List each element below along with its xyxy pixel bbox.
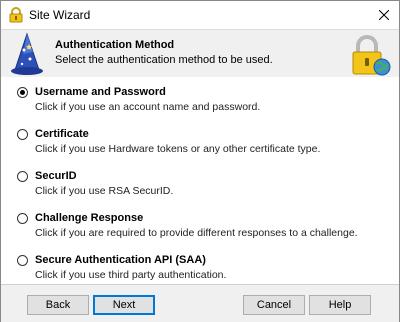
wizard-hat-icon (11, 32, 43, 75)
close-icon (379, 10, 389, 20)
header-subtitle: Select the authentication method to be u… (55, 54, 273, 66)
radio-saa[interactable] (17, 255, 28, 266)
option-description: Click if you use RSA SecurID. (35, 185, 174, 197)
window-title: Site Wizard (29, 8, 91, 22)
option-label: Challenge Response (35, 212, 144, 224)
radio-challenge-response[interactable] (17, 213, 28, 224)
option-label: Certificate (35, 128, 89, 140)
help-button[interactable]: Help (309, 295, 371, 315)
padlock-globe-icon (352, 35, 391, 76)
radio-username-password[interactable] (17, 87, 28, 98)
next-button[interactable]: Next (93, 295, 155, 315)
back-button[interactable]: Back (27, 295, 89, 315)
option-description: Click if you use third party authenticat… (35, 269, 227, 281)
title-bar: Site Wizard (1, 1, 399, 29)
authentication-options: Username and Password Click if you use a… (1, 77, 399, 291)
option-certificate[interactable]: Certificate Click if you use Hardware to… (17, 127, 387, 163)
header-title: Authentication Method (55, 39, 175, 51)
option-description: Click if you are required to provide dif… (35, 227, 358, 239)
radio-certificate[interactable] (17, 129, 28, 140)
cancel-button[interactable]: Cancel (243, 295, 305, 315)
option-label: SecurID (35, 170, 77, 182)
radio-securid[interactable] (17, 171, 28, 182)
close-button[interactable] (369, 1, 399, 29)
wizard-header: Authentication Method Select the authent… (1, 29, 399, 78)
option-securid[interactable]: SecurID Click if you use RSA SecurID. (17, 169, 387, 205)
option-label: Secure Authentication API (SAA) (35, 254, 206, 266)
option-label: Username and Password (35, 86, 166, 98)
site-wizard-window: Site Wizard Authentication Method Select… (0, 0, 400, 322)
option-description: Click if you use Hardware tokens or any … (35, 143, 321, 155)
option-challenge-response[interactable]: Challenge Response Click if you are requ… (17, 211, 387, 247)
wizard-footer: Back Next Cancel Help (1, 284, 399, 322)
lock-icon (9, 7, 23, 23)
option-description: Click if you use an account name and pas… (35, 101, 261, 113)
option-username-password[interactable]: Username and Password Click if you use a… (17, 85, 387, 121)
